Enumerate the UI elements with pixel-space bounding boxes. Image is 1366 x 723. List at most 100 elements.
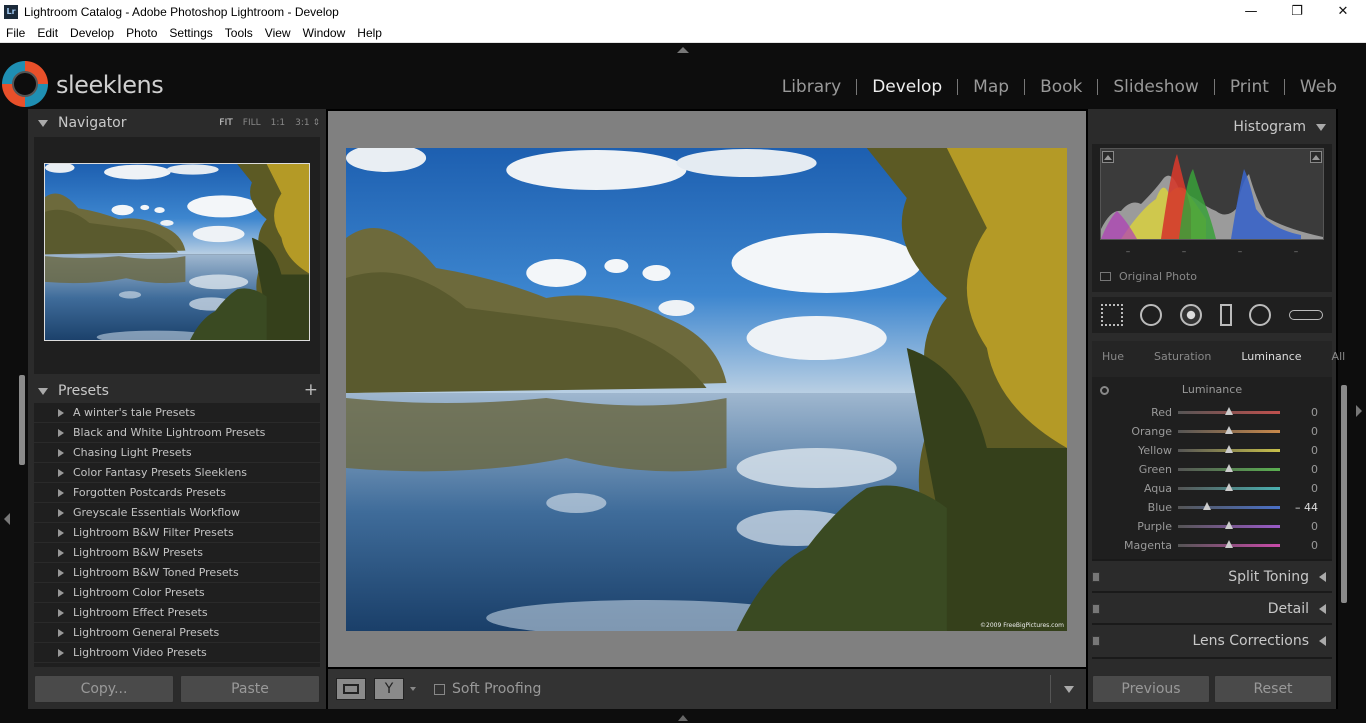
top-panel-toggle-icon[interactable] xyxy=(677,47,689,53)
slider-track[interactable] xyxy=(1178,506,1280,509)
preset-folder[interactable]: Color Fantasy Presets Sleeklens xyxy=(34,463,320,483)
slider-thumb[interactable] xyxy=(1225,483,1233,491)
minimize-button[interactable]: — xyxy=(1228,0,1274,23)
slider-thumb[interactable] xyxy=(1225,407,1233,415)
module-print[interactable]: Print xyxy=(1215,77,1284,97)
lens-corrections-header[interactable]: Lens Corrections xyxy=(1088,626,1336,656)
slider-value[interactable]: 0 xyxy=(1311,520,1318,533)
navigator-header[interactable]: Navigator FIT FILL 1:1 3:1 ⇕ xyxy=(28,109,326,137)
slider-thumb[interactable] xyxy=(1225,464,1233,472)
reset-button[interactable]: Reset xyxy=(1214,675,1332,703)
menu-settings[interactable]: Settings xyxy=(163,26,218,40)
paste-button[interactable]: Paste xyxy=(180,675,320,703)
slider-value[interactable]: 0 xyxy=(1311,463,1318,476)
panel-switch-icon[interactable] xyxy=(1092,572,1100,582)
preset-folder[interactable]: Lightroom Color Presets xyxy=(34,583,320,603)
zoom-fill[interactable]: FILL xyxy=(243,118,261,128)
add-preset-icon[interactable]: + xyxy=(304,380,318,400)
tab-all[interactable]: All xyxy=(1332,350,1346,363)
preset-folder[interactable]: Lightroom B&W Filter Presets xyxy=(34,523,320,543)
slider-yellow[interactable]: Yellow 0 xyxy=(1092,441,1332,460)
copy-button[interactable]: Copy... xyxy=(34,675,174,703)
right-panel-toggle-icon[interactable] xyxy=(1356,405,1362,417)
slider-aqua[interactable]: Aqua 0 xyxy=(1092,479,1332,498)
module-web[interactable]: Web xyxy=(1285,77,1352,97)
radial-filter-icon[interactable] xyxy=(1249,304,1272,326)
slider-value[interactable]: 0 xyxy=(1311,539,1318,552)
tab-luminance[interactable]: Luminance xyxy=(1241,350,1301,363)
preset-folder[interactable]: Black and White Lightroom Presets xyxy=(34,423,320,443)
menu-photo[interactable]: Photo xyxy=(120,26,163,40)
before-after-dropdown-icon[interactable] xyxy=(410,687,416,691)
menu-view[interactable]: View xyxy=(259,26,297,40)
preset-folder[interactable]: Lightroom General Presets xyxy=(34,623,320,643)
panel-switch-icon[interactable] xyxy=(1092,636,1100,646)
soft-proofing-checkbox[interactable] xyxy=(434,683,445,695)
slider-thumb[interactable] xyxy=(1202,502,1211,510)
slider-purple[interactable]: Purple 0 xyxy=(1092,517,1332,536)
preset-folder[interactable]: Forgotten Postcards Presets xyxy=(34,483,320,503)
filmstrip-toggle-icon[interactable] xyxy=(678,715,688,721)
red-eye-icon[interactable] xyxy=(1180,304,1203,326)
module-develop[interactable]: Develop xyxy=(857,77,957,97)
slider-thumb[interactable] xyxy=(1225,540,1233,548)
presets-header[interactable]: Presets + xyxy=(28,377,326,405)
module-book[interactable]: Book xyxy=(1025,77,1097,97)
slider-value[interactable]: – 44 xyxy=(1295,501,1318,514)
menu-help[interactable]: Help xyxy=(351,26,388,40)
detail-header[interactable]: Detail xyxy=(1088,594,1336,624)
tab-hue[interactable]: Hue xyxy=(1102,350,1124,363)
slider-thumb[interactable] xyxy=(1225,426,1233,434)
slider-orange[interactable]: Orange 0 xyxy=(1092,422,1332,441)
zoom-1-1[interactable]: 1:1 xyxy=(271,118,285,128)
zoom-3-1[interactable]: 3:1 ⇕ xyxy=(295,118,320,128)
slider-thumb[interactable] xyxy=(1225,445,1233,453)
original-photo-toggle[interactable]: Original Photo xyxy=(1100,270,1197,283)
menu-tools[interactable]: Tools xyxy=(219,26,259,40)
toolbar-options-dropdown[interactable] xyxy=(1050,675,1086,703)
maximize-button[interactable]: ❐ xyxy=(1274,0,1320,23)
shadow-clipping-icon[interactable] xyxy=(1102,151,1114,163)
preset-folder[interactable]: Lightroom Video Presets xyxy=(34,643,320,663)
histogram-header[interactable]: Histogram xyxy=(1088,112,1336,142)
slider-blue[interactable]: Blue – 44 xyxy=(1092,498,1332,517)
loupe-view-button[interactable] xyxy=(336,678,366,700)
menu-develop[interactable]: Develop xyxy=(64,26,120,40)
before-after-button[interactable]: Y xyxy=(374,678,404,700)
preset-folder[interactable]: Lightroom B&W Toned Presets xyxy=(34,563,320,583)
close-button[interactable]: ✕ xyxy=(1320,0,1366,23)
navigator-thumbnail[interactable] xyxy=(44,163,310,341)
slider-thumb[interactable] xyxy=(1225,521,1233,529)
preset-folder[interactable]: Chasing Light Presets xyxy=(34,443,320,463)
original-photo-checkbox[interactable] xyxy=(1100,272,1111,281)
crop-overlay-icon[interactable] xyxy=(1100,304,1123,326)
main-photo[interactable]: ©2009 FreeBigPictures.com xyxy=(346,148,1067,631)
preset-folder[interactable]: Lightroom B&W Presets xyxy=(34,543,320,563)
menu-file[interactable]: File xyxy=(0,26,31,40)
preset-folder[interactable]: A winter's tale Presets xyxy=(34,403,320,423)
menu-window[interactable]: Window xyxy=(297,26,352,40)
slider-green[interactable]: Green 0 xyxy=(1092,460,1332,479)
zoom-fit[interactable]: FIT xyxy=(219,118,232,128)
menu-edit[interactable]: Edit xyxy=(31,26,64,40)
left-panel-scrollbar[interactable] xyxy=(19,375,25,465)
panel-switch-icon[interactable] xyxy=(1092,604,1100,614)
tab-saturation[interactable]: Saturation xyxy=(1154,350,1211,363)
slider-value[interactable]: 0 xyxy=(1311,482,1318,495)
slider-magenta[interactable]: Magenta 0 xyxy=(1092,536,1332,555)
preset-folder[interactable]: Greyscale Essentials Workflow xyxy=(34,503,320,523)
split-toning-header[interactable]: Split Toning xyxy=(1088,562,1336,592)
slider-value[interactable]: 0 xyxy=(1311,406,1318,419)
slider-red[interactable]: Red 0 xyxy=(1092,403,1332,422)
adjustment-brush-icon[interactable] xyxy=(1289,310,1324,320)
module-map[interactable]: Map xyxy=(958,77,1024,97)
highlight-clipping-icon[interactable] xyxy=(1310,151,1322,163)
left-panel-toggle-icon[interactable] xyxy=(4,513,10,525)
right-panel-scrollbar[interactable] xyxy=(1341,385,1347,603)
graduated-filter-icon[interactable] xyxy=(1219,304,1232,326)
previous-button[interactable]: Previous xyxy=(1092,675,1210,703)
module-library[interactable]: Library xyxy=(767,77,856,97)
slider-value[interactable]: 0 xyxy=(1311,444,1318,457)
slider-value[interactable]: 0 xyxy=(1311,425,1318,438)
preset-folder[interactable]: Lightroom Effect Presets xyxy=(34,603,320,623)
